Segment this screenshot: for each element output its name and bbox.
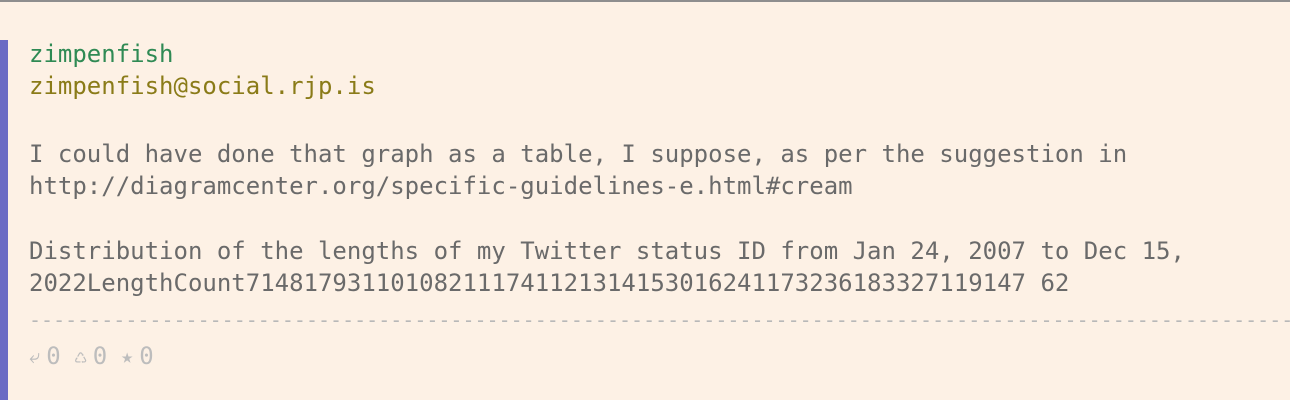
- display-name[interactable]: zimpenfish: [29, 38, 1284, 70]
- post-accent-bar: [0, 40, 8, 400]
- post-text-line: I could have done that graph as a table,…: [29, 140, 1128, 168]
- reply-count: 0: [46, 342, 61, 370]
- post-text-line: Distribution of the lengths of my Twitte…: [29, 237, 1185, 265]
- reply-icon: ⤶: [29, 344, 41, 368]
- favourite-stat[interactable]: ★ 0: [121, 340, 154, 372]
- recycle-icon: ♺: [74, 344, 87, 368]
- star-icon: ★: [121, 344, 134, 368]
- top-border: [0, 0, 1290, 2]
- post-stats: ⤶ 0 ♺ 0 ★ 0: [29, 340, 168, 372]
- account-handle[interactable]: zimpenfish@social.rjp.is: [29, 70, 1284, 102]
- boost-count: 0: [92, 342, 108, 370]
- post-text-line: 2022LengthCount7148179311010821117411213…: [29, 269, 1070, 297]
- reply-stat[interactable]: ⤶ 0: [29, 340, 61, 372]
- favourite-count: 0: [139, 342, 154, 370]
- post-link[interactable]: http://diagramcenter.org/specific-guidel…: [29, 170, 1284, 202]
- post: zimpenfish zimpenfish@social.rjp.is I co…: [29, 38, 1284, 299]
- dashed-divider: ----------------------------------------…: [29, 308, 1290, 332]
- boost-stat[interactable]: ♺ 0: [75, 340, 108, 372]
